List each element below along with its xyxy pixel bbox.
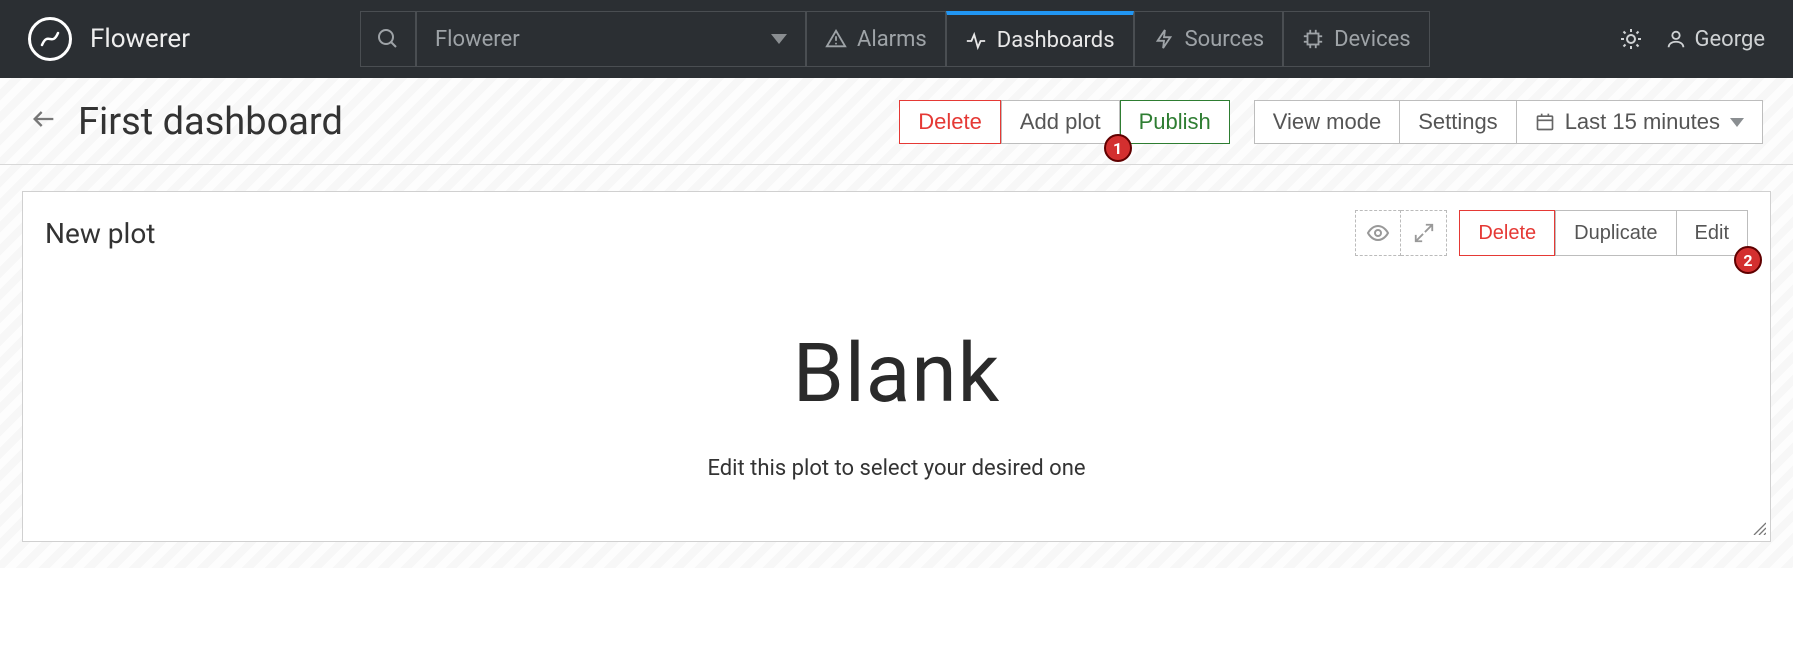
plot-tools: Delete Duplicate Edit 2 — [1355, 210, 1748, 256]
theme-toggle[interactable] — [1619, 27, 1643, 51]
blank-plot-title: Blank — [45, 326, 1748, 422]
back-button[interactable] — [30, 105, 58, 140]
page-title: First dashboard — [78, 100, 343, 144]
nav-alarms[interactable]: Alarms — [806, 11, 946, 67]
calendar-icon — [1535, 112, 1555, 132]
chip-icon — [1302, 28, 1324, 50]
user-name: George — [1695, 27, 1765, 52]
plot-button-group: Delete Duplicate Edit 2 — [1459, 210, 1748, 256]
view-mode-button[interactable]: View mode — [1254, 100, 1400, 144]
duplicate-plot-button[interactable]: Duplicate — [1555, 210, 1676, 256]
expand-icon — [1413, 222, 1435, 244]
plot-header: New plot Delete Du — [45, 210, 1748, 256]
add-plot-button[interactable]: Add plot — [1001, 100, 1120, 144]
nav-sources-label: Sources — [1185, 27, 1265, 52]
plot-icon-tools — [1355, 210, 1447, 256]
context-select-value: Flowerer — [435, 27, 520, 52]
nav-devices[interactable]: Devices — [1283, 11, 1430, 67]
nav-dashboards-label: Dashboards — [997, 28, 1115, 53]
bolt-icon — [1153, 28, 1175, 50]
time-range-button[interactable]: Last 15 minutes — [1517, 100, 1763, 144]
callout-marker-2: 2 — [1734, 246, 1762, 274]
eye-icon — [1366, 221, 1390, 245]
brand-group[interactable]: Flowerer — [28, 17, 190, 61]
plot-title: New plot — [45, 217, 155, 250]
pulse-icon — [965, 30, 987, 52]
callout-marker-1: 1 — [1104, 134, 1132, 162]
nav-alarms-label: Alarms — [857, 27, 927, 52]
view-button-group: View mode Settings Last 15 minutes — [1254, 100, 1763, 144]
plot-body: Blank Edit this plot to select your desi… — [45, 256, 1748, 481]
search-icon — [376, 27, 400, 51]
nav-center: Flowerer Alarms Dashboards Sources De — [360, 11, 1430, 67]
topbar: Flowerer Flowerer Alarms Dashboards — [0, 0, 1793, 78]
search-button[interactable] — [360, 11, 416, 67]
chevron-down-icon — [771, 34, 787, 44]
add-plot-wrap: Add plot 1 — [1001, 100, 1120, 144]
delete-dashboard-button[interactable]: Delete — [899, 100, 1001, 144]
edit-button-group: Delete Add plot 1 Publish — [899, 100, 1229, 144]
time-range-label: Last 15 minutes — [1565, 109, 1720, 135]
user-icon — [1665, 28, 1687, 50]
visibility-toggle[interactable] — [1355, 210, 1401, 256]
chevron-down-icon — [1730, 118, 1744, 127]
page-header: First dashboard Delete Add plot 1 Publis… — [0, 78, 1793, 165]
resize-handle[interactable] — [1750, 519, 1766, 539]
user-menu[interactable]: George — [1665, 27, 1765, 52]
nav-right: George — [1619, 27, 1765, 52]
publish-button[interactable]: Publish — [1120, 100, 1230, 144]
plot-panel: New plot Delete Du — [22, 191, 1771, 542]
nav-devices-label: Devices — [1334, 27, 1411, 52]
blank-plot-subtitle: Edit this plot to select your desired on… — [45, 456, 1748, 481]
expand-toggle[interactable] — [1401, 210, 1447, 256]
context-select[interactable]: Flowerer — [416, 11, 806, 67]
delete-plot-button[interactable]: Delete — [1459, 210, 1555, 256]
nav-sources[interactable]: Sources — [1134, 11, 1284, 67]
settings-button[interactable]: Settings — [1400, 100, 1517, 144]
logo-icon — [28, 17, 72, 61]
header-actions: Delete Add plot 1 Publish View mode Sett… — [899, 100, 1763, 144]
content-area: New plot Delete Du — [0, 165, 1793, 568]
brand-name: Flowerer — [90, 24, 190, 54]
nav-dashboards[interactable]: Dashboards — [946, 11, 1134, 67]
warning-icon — [825, 28, 847, 50]
